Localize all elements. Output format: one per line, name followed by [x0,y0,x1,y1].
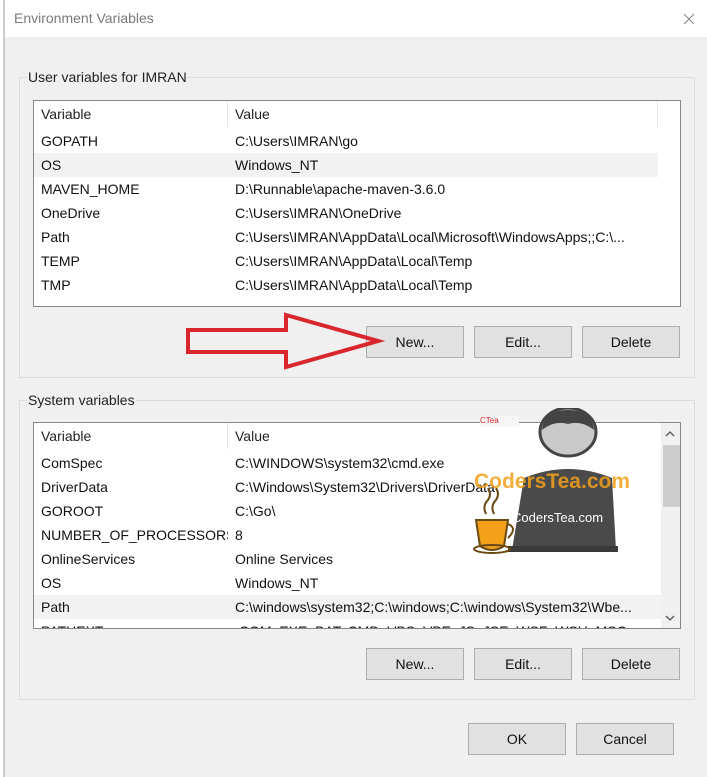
table-row[interactable]: OneDrive C:\Users\IMRAN\OneDrive [34,201,658,225]
variable-value-cell: C:\windows\system32;C:\windows;C:\window… [235,599,632,615]
table-row[interactable]: PATHEXT.COM;.EXE;.BAT;.CMD;.VBS;.VBE;.JS… [34,619,661,628]
variable-name-cell: Path [41,229,70,245]
table-row[interactable]: TEMP C:\Users\IMRAN\AppData\Local\Temp [34,249,658,273]
variable-name-cell: TEMP [41,253,80,269]
variable-name-cell: NUMBER_OF_PROCESSORS [41,527,228,543]
variable-value-cell: .COM;.EXE;.BAT;.CMD;.VBS;.VBE;.JS;.JSE;.… [228,619,661,628]
variable-value-cell: C:\Users\IMRAN\AppData\Local\Temp [235,253,473,269]
column-header-variable[interactable]: Variable [34,101,228,127]
table-row[interactable]: GOPATH C:\Users\IMRAN\go [34,129,658,153]
user-variables-label: User variables for IMRAN [27,69,188,85]
table-row[interactable]: Path C:\Users\IMRAN\AppData\Local\Microso… [34,225,658,249]
variable-name-cell: ComSpec [41,455,103,471]
variable-value-cell: C:\Users\IMRAN\go [235,133,358,149]
variable-value-cell: Windows_NT [235,157,319,173]
system-variables-label: System variables [27,392,136,408]
system-new-button[interactable]: New... [366,648,464,680]
variable-value-cell: D:\Runnable\apache-maven-3.6.0 [235,181,446,197]
scroll-down-button[interactable] [661,609,678,626]
environment-variables-dialog: Environment Variables User variables for… [4,0,707,777]
column-header-value[interactable]: Value [228,101,658,127]
variable-name-cell: DriverData [41,479,108,495]
window-title: Environment Variables [14,10,154,26]
user-edit-button[interactable]: Edit... [474,326,572,358]
variable-name-cell: MAVEN_HOME [41,181,140,197]
scroll-down-icon [665,615,674,621]
variable-name-cell: PATHEXT [34,619,228,628]
watermark-brand-white: CodersTea.com [512,510,604,525]
variable-value-cell: C:\Users\IMRAN\OneDrive [235,205,402,221]
table-row[interactable]: Path C:\windows\system32;C:\windows;C:\wi… [34,595,661,619]
variable-name-cell: Path [41,599,70,615]
close-button[interactable] [670,0,707,37]
user-variables-list[interactable]: Variable Value GOPATH C:\Users\IMRAN\go OS… [33,100,681,307]
ok-button[interactable]: OK [468,723,566,755]
scrollbar-thumb[interactable] [663,445,680,507]
scroll-up-icon [665,430,674,436]
variable-name-cell: GOPATH [41,133,99,149]
variable-value-cell: C:\Users\IMRAN\AppData\Local\Microsoft\W… [235,229,625,245]
cancel-button[interactable]: Cancel [576,723,674,755]
system-list-scrollbar[interactable] [661,423,680,628]
scroll-up-button[interactable] [661,425,678,442]
table-row[interactable]: MAVEN_HOME D:\Runnable\apache-maven-3.6.0 [34,177,658,201]
user-list-header: Variable Value [34,101,662,127]
variable-name-cell: OnlineServices [41,551,136,567]
variable-value-cell: C:\Users\IMRAN\AppData\Local\Temp [235,277,473,293]
variable-name-cell: TMP [41,277,71,293]
system-delete-button[interactable]: Delete [582,648,680,680]
variable-name-cell: OS [41,157,62,173]
variable-value-cell: Windows_NT [235,575,319,591]
table-row[interactable]: OS Windows_NT [34,571,661,595]
table-row[interactable]: OS Windows_NT [34,153,658,177]
title-bar: Environment Variables [5,0,707,37]
user-delete-button[interactable]: Delete [582,326,680,358]
system-edit-button[interactable]: Edit... [474,648,572,680]
variable-name-cell: OneDrive [41,205,101,221]
watermark-brand-orange: CodersTea.com [474,470,630,493]
column-header-variable[interactable]: Variable [34,423,228,449]
variable-name-cell: OS [41,575,62,591]
table-row[interactable]: TMP C:\Users\IMRAN\AppData\Local\Temp [34,273,658,297]
variable-name-cell: GOROOT [41,503,104,519]
red-arrow-annotation [186,312,386,370]
coders-tea-watermark: CTea CodersTea.com CodersTea.com [470,408,630,556]
close-icon [683,13,695,24]
